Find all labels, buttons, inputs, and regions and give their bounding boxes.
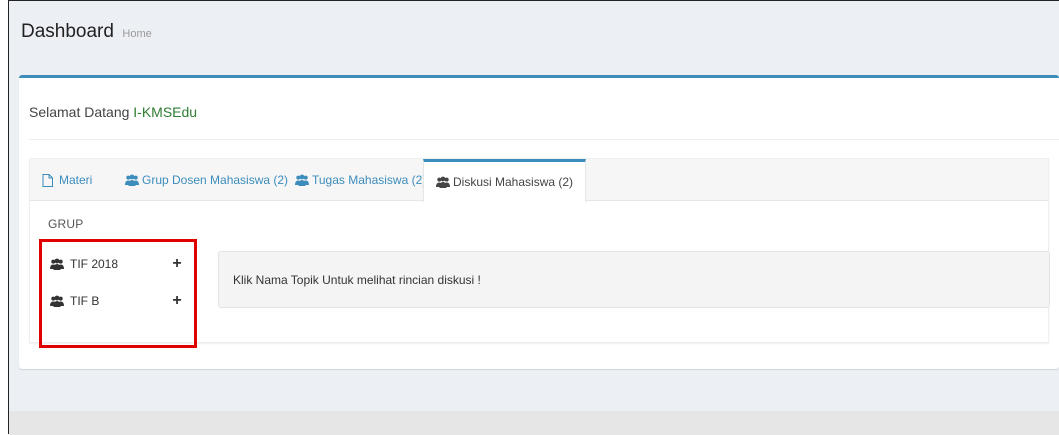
tab-grup-dosen-label: Grup Dosen Mahasiswa (2) — [142, 173, 289, 187]
breadcrumb-home[interactable]: Home — [122, 28, 151, 40]
footer-bar — [9, 411, 1059, 435]
info-message-text: Klik Nama Topik Untuk melihat rincian di… — [233, 272, 481, 287]
plus-icon[interactable]: + — [170, 256, 184, 272]
content-header: Dashboard Home — [9, 1, 1059, 53]
tab-diskusi-mahasiswa[interactable]: Diskusi Mahasiswa (2) — [423, 159, 587, 202]
plus-icon[interactable]: + — [170, 293, 184, 309]
page-title: Dashboard — [21, 21, 114, 42]
tab-materi[interactable]: Materi — [42, 159, 92, 201]
info-message: Klik Nama Topik Untuk melihat rincian di… — [218, 251, 1050, 308]
welcome-text: Selamat Datang — [29, 104, 134, 120]
grup-item-label: TIF B — [70, 294, 100, 308]
grup-item-tif-2018[interactable]: TIF 2018 + — [38, 249, 198, 279]
welcome-box: Selamat Datang I-KMSEdu Materi Grup Dose… — [19, 75, 1059, 369]
tab-materi-label: Materi — [59, 173, 93, 187]
box-header: Selamat Datang I-KMSEdu — [19, 78, 1059, 139]
users-icon — [436, 176, 450, 188]
grup-list: TIF 2018 + TIF B + — [38, 242, 198, 352]
tab-grup-dosen-mahasiswa[interactable]: Grup Dosen Mahasiswa (2) — [125, 159, 288, 201]
tab-diskusi-label: Diskusi Mahasiswa (2) — [453, 175, 574, 189]
tab-tugas-label: Tugas Mahasiswa (2) — [312, 173, 427, 187]
grup-item-label: TIF 2018 — [70, 257, 119, 271]
tabs-card: Materi Grup Dosen Mahasiswa (2) Tugas Ma… — [29, 158, 1050, 348]
file-icon — [42, 174, 56, 187]
users-icon — [50, 295, 64, 307]
grup-heading: GRUP — [48, 217, 84, 231]
users-icon — [295, 174, 309, 186]
page-frame: Dashboard Home Selamat Datang I-KMSEdu M… — [8, 0, 1059, 435]
users-icon — [50, 258, 64, 270]
users-icon — [125, 174, 139, 186]
brand-name: I-KMSEdu — [133, 104, 198, 120]
tab-bar: Materi Grup Dosen Mahasiswa (2) Tugas Ma… — [30, 159, 1048, 202]
divider — [29, 139, 1059, 140]
tab-tugas-mahasiswa[interactable]: Tugas Mahasiswa (2) — [295, 159, 426, 201]
grup-item-tif-b[interactable]: TIF B + — [38, 286, 198, 316]
